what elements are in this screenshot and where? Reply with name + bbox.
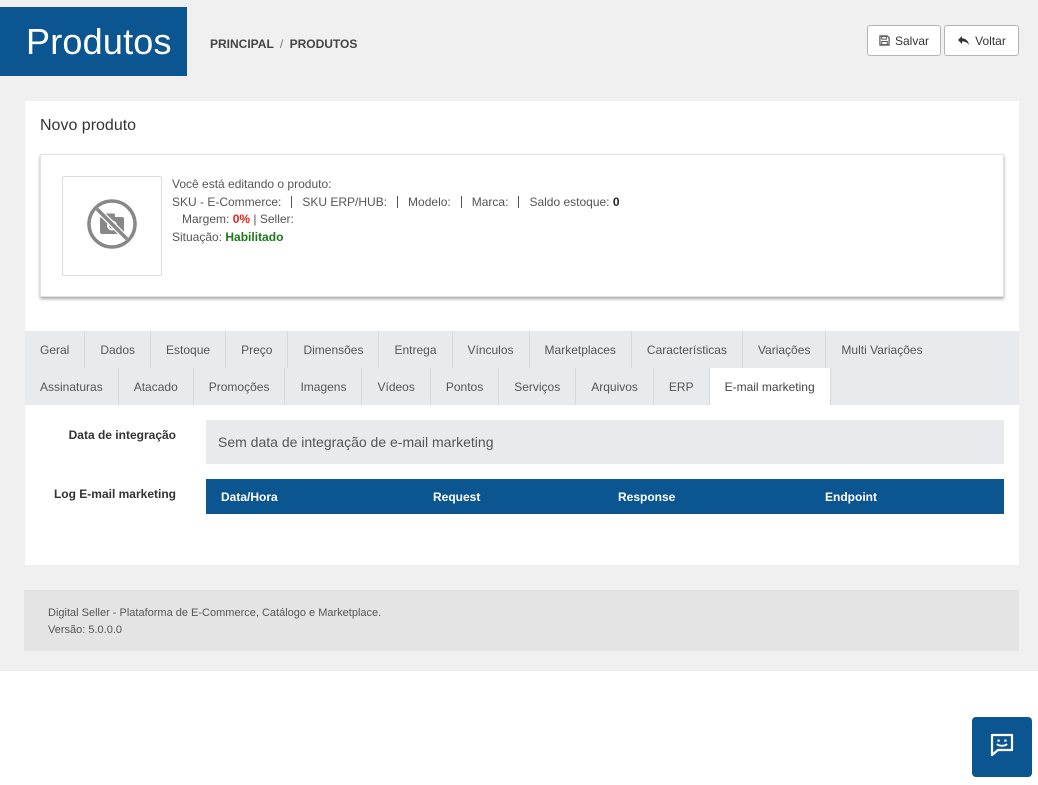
tab-row-1: Geral Dados Estoque Preço Dimensões Entr… <box>25 331 938 368</box>
tab-caracteristicas[interactable]: Características <box>632 331 743 368</box>
integration-date-label: Data de integração <box>68 428 176 442</box>
tab-email-marketing[interactable]: E-mail marketing <box>709 368 831 405</box>
page-title-block: Produtos <box>0 7 187 76</box>
column-header-endpoint: Endpoint <box>825 490 877 504</box>
status-row: Situação: Habilitado <box>172 229 620 247</box>
tab-vinculos[interactable]: Vínculos <box>453 331 530 368</box>
chat-smile-icon <box>989 732 1015 763</box>
product-info: Você está editando o produto: SKU - E-Co… <box>172 176 620 246</box>
divider <box>518 195 520 208</box>
footer-version: Versão: 5.0.0.0 <box>48 624 122 636</box>
footer: Digital Seller - Plataforma de E-Commerc… <box>24 590 1019 651</box>
column-header-request: Request <box>433 490 481 504</box>
divider <box>291 195 293 208</box>
product-tabs: Geral Dados Estoque Preço Dimensões Entr… <box>25 331 1019 405</box>
tab-pontos[interactable]: Pontos <box>431 368 500 405</box>
app-shell: Produtos PRINCIPAL / PRODUTOS Salvar Vol… <box>0 0 1038 671</box>
breadcrumb-current: PRODUTOS <box>289 37 358 51</box>
tab-dimensoes[interactable]: Dimensões <box>288 331 380 368</box>
tab-entrega[interactable]: Entrega <box>379 331 453 368</box>
footer-platform-text: Digital Seller - Plataforma de E-Commerc… <box>48 607 382 619</box>
tab-marketplaces[interactable]: Marketplaces <box>530 331 632 368</box>
column-header-response: Response <box>618 490 676 504</box>
tab-promocoes[interactable]: Promoções <box>194 368 286 405</box>
no-camera-icon <box>86 198 138 255</box>
divider <box>397 195 399 208</box>
breadcrumb-separator: / <box>279 37 284 51</box>
email-log-table-header: Data/Hora Request Response Endpoint <box>206 479 1004 514</box>
email-log-label: Log E-mail marketing <box>53 487 176 501</box>
product-image-placeholder <box>62 176 162 276</box>
product-codes: SKU - E-Commerce: SKU ERP/HUB: Modelo: Marc… <box>172 194 620 212</box>
back-button[interactable]: Voltar <box>944 25 1019 56</box>
card-title: Novo produto <box>40 117 137 134</box>
tab-arquivos[interactable]: Arquivos <box>576 368 654 405</box>
tab-dados[interactable]: Dados <box>85 331 152 368</box>
page-title: Produtos <box>26 20 172 62</box>
tab-servicos[interactable]: Serviços <box>499 368 577 405</box>
modelo: Modelo: <box>408 194 451 209</box>
sku-ecommerce: SKU - E-Commerce: <box>172 194 282 209</box>
situacao-value: Habilitado <box>225 229 284 244</box>
marca: Marca: <box>471 194 509 209</box>
reply-arrow-icon <box>957 35 970 46</box>
tab-multi-variacoes[interactable]: Multi Variações <box>826 331 937 368</box>
margem-value: 0% <box>232 212 251 226</box>
divider <box>460 195 462 208</box>
tab-assinaturas[interactable]: Assinaturas <box>25 368 119 405</box>
seller-label: Seller: <box>259 212 294 226</box>
tab-estoque[interactable]: Estoque <box>151 331 227 368</box>
tab-row-2: Assinaturas Atacado Promoções Imagens Ví… <box>25 368 831 405</box>
margin-row: Margem: 0% | Seller: <box>172 211 620 229</box>
product-summary: Você está editando o produto: SKU - E-Co… <box>40 154 1004 297</box>
tab-atacado[interactable]: Atacado <box>119 368 194 405</box>
product-card: Novo produto Você está editando o produt… <box>25 101 1019 565</box>
floppy-disk-icon <box>879 35 890 46</box>
sku-erp: SKU ERP/HUB: <box>302 194 388 209</box>
editing-text: Você está editando o produto: <box>172 177 332 191</box>
breadcrumb: PRINCIPAL / PRODUTOS <box>210 37 357 51</box>
save-button-label: Salvar <box>894 33 929 48</box>
seller-separator: | <box>253 212 257 226</box>
saldo-value: 0 <box>612 194 620 209</box>
save-button[interactable]: Salvar <box>867 25 941 56</box>
column-header-datetime: Data/Hora <box>221 490 278 504</box>
tab-variacoes[interactable]: Variações <box>743 331 827 368</box>
back-button-label: Voltar <box>975 33 1006 48</box>
tab-videos[interactable]: Vídeos <box>362 368 431 405</box>
situacao-label: Situação: <box>172 229 223 244</box>
tab-geral[interactable]: Geral <box>25 331 86 368</box>
tab-preco[interactable]: Preço <box>226 331 289 368</box>
breadcrumb-home[interactable]: PRINCIPAL <box>210 37 274 51</box>
margem-label: Margem: <box>182 212 230 226</box>
tab-imagens[interactable]: Imagens <box>285 368 363 405</box>
saldo-label: Saldo estoque: <box>529 194 610 209</box>
tab-erp[interactable]: ERP <box>654 368 710 405</box>
integration-date-field: Sem data de integração de e-mail marketi… <box>206 420 1004 464</box>
chat-button[interactable] <box>972 717 1032 777</box>
